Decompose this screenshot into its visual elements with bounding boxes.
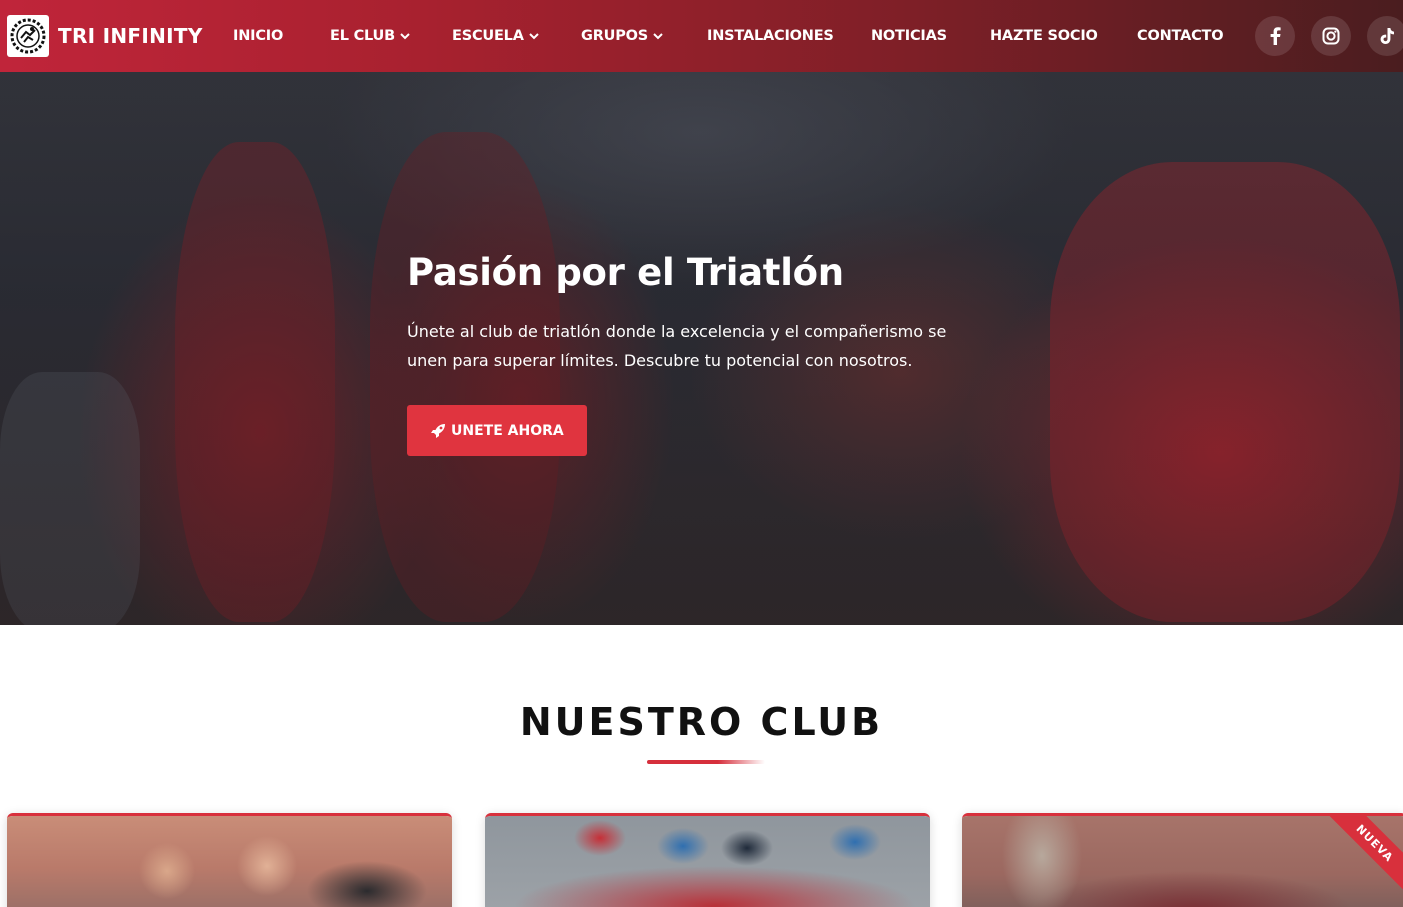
tiktok-icon — [1380, 28, 1394, 44]
hero-content: Pasión por el Triatlón Únete al club de … — [407, 249, 1007, 456]
women-athletes-photo — [7, 816, 452, 907]
section-title: NUESTRO CLUB — [519, 700, 884, 744]
brand[interactable]: TRI INFINITY — [7, 15, 203, 57]
facebook-icon — [1270, 27, 1281, 45]
chevron-down-icon — [400, 32, 410, 40]
nav-item-instalaciones[interactable]: INSTALACIONES — [707, 0, 834, 72]
nav-item-noticias[interactable]: NOTICIAS — [871, 0, 947, 72]
section-title-underline — [647, 760, 765, 764]
chevron-down-icon — [653, 32, 663, 40]
club-card-runners[interactable]: NUEVA — [962, 813, 1403, 907]
nav-item-label: INICIO — [233, 28, 284, 44]
nav-item-label: EL CLUB — [330, 28, 395, 44]
hero-subtitle: Únete al club de triatlón donde la excel… — [407, 322, 947, 370]
nav-item-escuela[interactable]: ESCUELA — [452, 0, 539, 72]
nav-item-contacto[interactable]: CONTACTO — [1137, 0, 1224, 72]
nav-item-grupos[interactable]: GRUPOS — [581, 0, 663, 72]
nav-item-label: NOTICIAS — [871, 28, 947, 44]
runners-race-photo — [962, 816, 1403, 907]
instagram-icon — [1322, 27, 1340, 45]
hero-title: Pasión por el Triatlón — [407, 251, 844, 294]
instagram-button[interactable] — [1311, 16, 1351, 56]
nav-item-hazte-socio[interactable]: HAZTE SOCIO — [990, 0, 1098, 72]
club-card-cyclists[interactable] — [485, 813, 930, 907]
nav-item-label: GRUPOS — [581, 28, 649, 44]
club-logo-icon — [7, 15, 49, 57]
hero-section: Pasión por el Triatlón Únete al club de … — [0, 72, 1403, 625]
nav-item-inicio[interactable]: INICIO — [233, 0, 283, 72]
tiktok-button[interactable] — [1367, 16, 1403, 56]
rocket-icon — [431, 423, 445, 438]
nav-item-label: HAZTE SOCIO — [990, 28, 1098, 44]
join-now-button[interactable]: UNETE AHORA — [407, 405, 587, 456]
brand-name: TRI INFINITY — [58, 24, 203, 48]
nav-item-el-club[interactable]: EL CLUB — [330, 0, 410, 72]
cyclists-race-photo — [485, 816, 930, 907]
top-navbar: TRI INFINITY INICIO EL CLUB ESCUELA GRUP… — [0, 0, 1403, 72]
nav-item-label: ESCUELA — [452, 28, 524, 44]
club-card-women-athletes[interactable] — [7, 813, 452, 907]
nav-item-label: INSTALACIONES — [707, 28, 834, 44]
facebook-button[interactable] — [1255, 16, 1295, 56]
join-now-label: UNETE AHORA — [451, 422, 564, 439]
nav-item-label: CONTACTO — [1137, 28, 1224, 44]
chevron-down-icon — [529, 32, 539, 40]
